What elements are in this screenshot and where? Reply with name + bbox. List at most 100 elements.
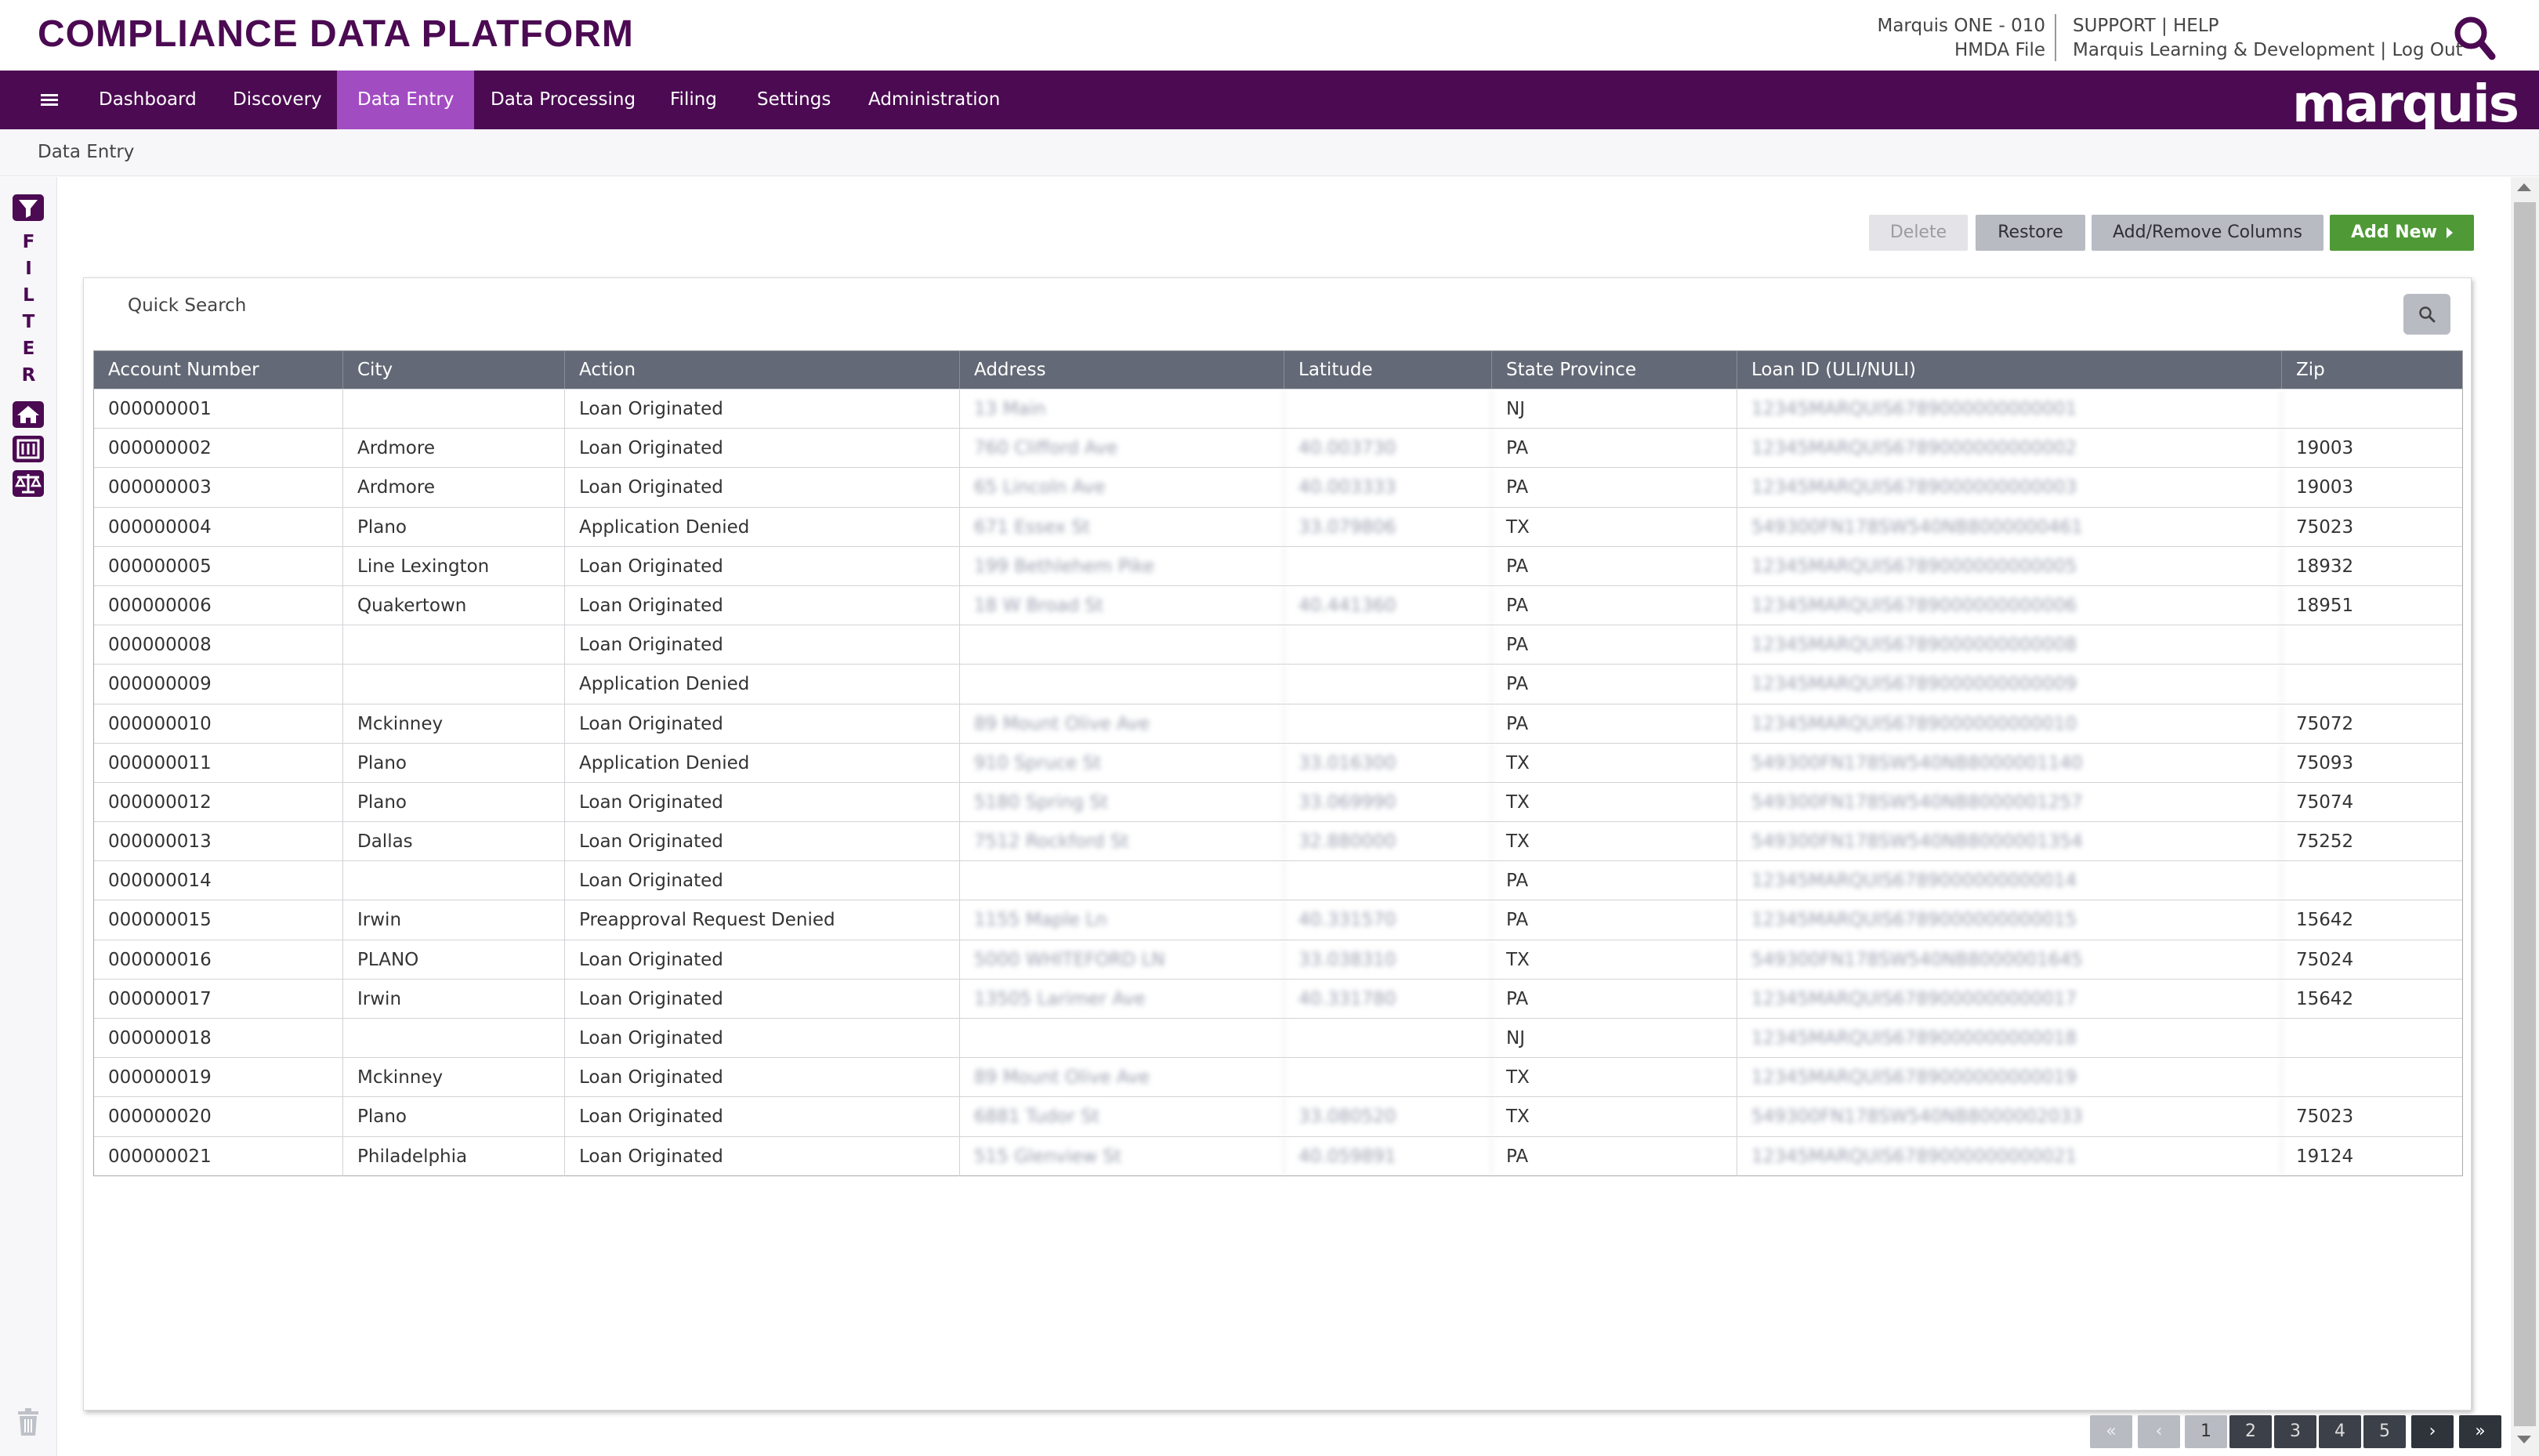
table-row[interactable]: 000000014 Loan Originated PA 12345MARQUIS67… (94, 860, 2462, 901)
account-number-cell: 000000003 (94, 468, 343, 508)
zip-cell (2282, 1058, 2464, 1097)
filter-letter: F (22, 232, 35, 252)
app-header: COMPLIANCE DATA PLATFORM Marquis ONE - 0… (0, 0, 2539, 71)
action-cell: Loan Originated (565, 625, 960, 665)
col-zip[interactable]: Zip (2282, 351, 2464, 389)
pagination-page-current[interactable]: 1 (2185, 1415, 2227, 1448)
scroll-up-arrow[interactable] (2517, 183, 2531, 191)
search-icon[interactable] (2451, 14, 2498, 61)
pagination-page[interactable]: 4 (2319, 1415, 2361, 1448)
scroll-down-arrow[interactable] (2517, 1436, 2531, 1443)
latitude-cell (1284, 1058, 1492, 1098)
loan-id-cell: 12345MARQUIS6789000000000009 (1737, 665, 2282, 704)
table-row[interactable]: 000000002 Ardmore Loan Originated 760 Cliff… (94, 428, 2462, 469)
loan-id-cell: 12345MARQUIS6789000000000003 (1737, 468, 2282, 508)
col-loan-id[interactable]: Loan ID (ULI/NULI) (1737, 351, 2282, 389)
table-row[interactable]: 000000012 Plano Loan Originated 5180 Spring… (94, 781, 2462, 822)
balance-icon[interactable] (13, 470, 44, 497)
table-row[interactable]: 000000015 Irwin Preapproval Request Denied… (94, 900, 2462, 940)
nav-discovery[interactable]: Discovery (212, 71, 342, 129)
loan-id-cell: 549300FN178SW540NB8000002033 (1737, 1097, 2282, 1137)
table-row[interactable]: 000000008 Loan Originated PA 12345MARQUIS67… (94, 625, 2464, 665)
col-address[interactable]: Address (960, 351, 1284, 389)
pagination-last[interactable]: » (2459, 1415, 2501, 1448)
pagination-page[interactable]: 3 (2274, 1415, 2316, 1448)
latitude-cell (1284, 665, 1492, 704)
address-cell: 13505 Larimer Ave (960, 979, 1284, 1019)
action-cell: Loan Originated (565, 585, 960, 625)
table-row[interactable]: 000000019 Mckinney Loan Originated 89 Mount… (94, 1057, 2464, 1098)
quick-search-label[interactable]: Quick Search (128, 295, 246, 316)
nav-data-entry[interactable]: Data Entry (337, 71, 475, 129)
state-cell: PA (1492, 625, 1737, 665)
zip-cell: 75023 (2296, 516, 2354, 538)
address-cell: 89 Mount Olive Ave (960, 704, 1284, 744)
add-new-button[interactable]: Add New (2330, 215, 2474, 251)
table-row[interactable]: 000000013 Dallas Loan Originated 7512 Rockf… (94, 821, 2462, 862)
data-table: Account Number City Action Address Latit… (93, 350, 2463, 1176)
support-link[interactable]: SUPPORT (2073, 16, 2156, 36)
account-number-cell: 000000004 (94, 507, 343, 547)
help-link[interactable]: HELP (2173, 16, 2219, 36)
nav-data-processing[interactable]: Data Processing (470, 71, 656, 129)
col-latitude[interactable]: Latitude (1284, 351, 1492, 389)
table-row[interactable]: 000000005 Line Lexington Loan Originated 19… (94, 545, 2462, 586)
zip-cell: 15642 (2296, 910, 2354, 931)
table-row[interactable]: 000000003 Ardmore Loan Originated 65 Lincol… (94, 467, 2462, 508)
pagination-first[interactable]: « (2090, 1415, 2132, 1448)
table-row[interactable]: 000000009 Application Denied PA 12345MARQUI… (94, 664, 2462, 704)
action-cell: Loan Originated (565, 861, 960, 901)
pagination-page[interactable]: 5 (2363, 1415, 2406, 1448)
loan-id-cell: 12345MARQUIS6789000000000015 (1737, 900, 2282, 940)
user-name[interactable]: Marquis Learning & Development (2073, 40, 2374, 60)
filter-label[interactable]: F I L T E R (0, 229, 57, 389)
filter-rail: F I L T E R (0, 177, 57, 1456)
scrollbar-thumb[interactable] (2514, 202, 2536, 1426)
restore-button[interactable]: Restore (1976, 215, 2085, 251)
nav-dashboard[interactable]: Dashboard (78, 71, 217, 129)
data-panel: Quick Search Account Number City Action … (83, 277, 2472, 1411)
table-row[interactable]: 000000018 Loan Originated NJ 12345MARQUIS67… (94, 1018, 2462, 1058)
action-cell: Loan Originated (565, 940, 960, 980)
zip-cell (2282, 625, 2464, 665)
loan-id-cell: 12345MARQUIS6789000000000017 (1737, 979, 2282, 1019)
state-cell: TX (1492, 782, 1737, 822)
table-row[interactable]: 000000021 Philadelphia Loan Originated 515 … (94, 1135, 2462, 1176)
home-icon[interactable] (13, 401, 44, 428)
col-state-province[interactable]: State Province (1492, 351, 1737, 389)
city-cell: Mckinney (343, 704, 565, 744)
nav-administration[interactable]: Administration (848, 71, 1020, 129)
city-cell (343, 389, 565, 429)
building-icon[interactable] (13, 436, 44, 462)
address-cell: 7512 Rockford St (960, 822, 1284, 862)
col-action[interactable]: Action (565, 351, 960, 389)
action-cell: Loan Originated (565, 822, 960, 862)
table-row[interactable]: 000000011 Plano Application Denied 910 Spru… (94, 742, 2462, 783)
nav-filing[interactable]: Filing (650, 71, 737, 129)
pagination-page[interactable]: 2 (2229, 1415, 2272, 1448)
latitude-cell: 40.059891 (1284, 1136, 1492, 1176)
action-cell: Loan Originated (565, 546, 960, 586)
breadcrumb-bar: Data Entry (0, 129, 2539, 176)
table-row[interactable]: 000000010 Mckinney Loan Originated 89 Mount… (94, 703, 2462, 744)
account-number-cell: 000000010 (94, 704, 343, 744)
table-row[interactable]: 000000017 Irwin Loan Originated 13505 Larim… (94, 978, 2462, 1019)
trash-icon[interactable] (16, 1407, 41, 1437)
table-row[interactable]: 000000016 PLANO Loan Originated 5000 WHITEF… (94, 939, 2462, 980)
add-remove-columns-button[interactable]: Add/Remove Columns (2092, 215, 2323, 251)
table-row[interactable]: 000000020 Plano Loan Originated 6881 Tudor … (94, 1096, 2462, 1137)
pagination-prev[interactable]: ‹ (2138, 1415, 2180, 1448)
delete-button[interactable]: Delete (1869, 215, 1968, 251)
pagination-next[interactable]: › (2411, 1415, 2454, 1448)
table-row[interactable]: 000000006 Quakertown Loan Originated 18 W B… (94, 585, 2462, 625)
col-account-number[interactable]: Account Number (94, 351, 343, 389)
col-city[interactable]: City (343, 351, 565, 389)
filter-icon[interactable] (13, 194, 44, 221)
action-cell: Loan Originated (565, 782, 960, 822)
menu-icon[interactable] (36, 86, 63, 113)
state-cell: PA (1492, 546, 1737, 586)
table-row[interactable]: 000000004 Plano Application Denied 671 Esse… (94, 506, 2462, 547)
nav-settings[interactable]: Settings (737, 71, 851, 129)
table-row[interactable]: 000000001 Loan Originated 13 Main NJ 12345MA… (94, 389, 2462, 429)
quick-search-button[interactable] (2403, 294, 2450, 335)
